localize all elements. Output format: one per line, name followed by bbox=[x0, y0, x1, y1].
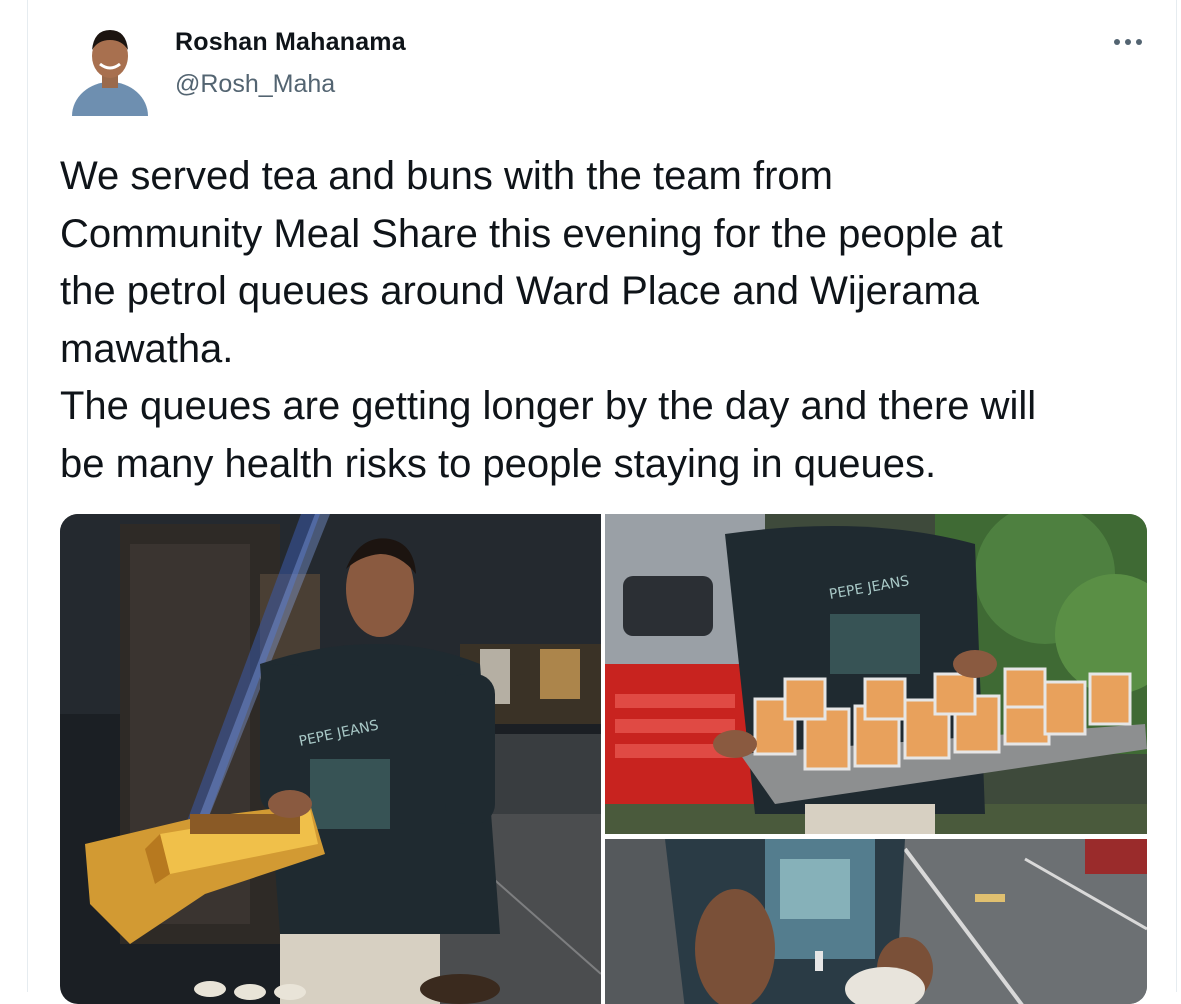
media-grid: PEPE JEANS PEPE JEANS bbox=[60, 514, 1147, 1004]
photo-tea-tray[interactable]: PEPE JEANS bbox=[605, 514, 1147, 834]
author-avatar[interactable] bbox=[70, 16, 150, 116]
photo-man-with-bun[interactable] bbox=[605, 839, 1147, 1004]
tweet-text: We served tea and buns with the team fro… bbox=[60, 154, 1037, 486]
author-handle[interactable]: @Rosh_Maha bbox=[175, 70, 335, 99]
author-name[interactable]: Roshan Mahanama bbox=[175, 28, 406, 57]
photo-man-with-box[interactable]: PEPE JEANS bbox=[60, 514, 601, 1004]
more-horizontal-icon[interactable] bbox=[1110, 28, 1146, 56]
